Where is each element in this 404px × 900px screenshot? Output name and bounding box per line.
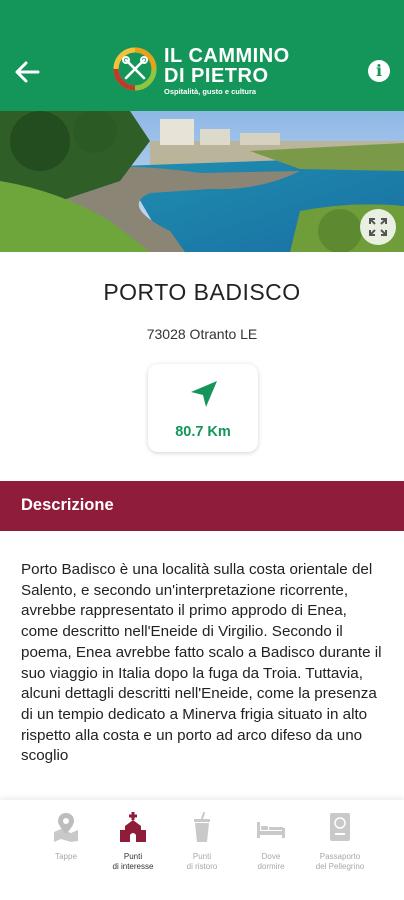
app-logo: IL CAMMINO DI PIETRO Ospitalità, gusto e… xyxy=(112,44,302,100)
place-address: 73028 Otranto LE xyxy=(146,326,258,342)
navigation-arrow-icon xyxy=(191,381,217,407)
text-fade xyxy=(0,770,404,800)
bed-icon xyxy=(257,822,285,838)
logo-tagline: Ospitalità, gusto e cultura xyxy=(164,87,257,96)
fullscreen-button[interactable] xyxy=(360,209,396,245)
nav-label: Tappe xyxy=(55,852,77,861)
info-icon: i xyxy=(375,61,383,80)
place-photo[interactable] xyxy=(0,111,404,252)
description-text: Porto Badisco è una località sulla costa… xyxy=(21,561,382,765)
bottom-navigation: Tappe Punti di interesse Punti di ristoro xyxy=(0,800,404,900)
nav-item-dove-dormire[interactable]: Dove dormire xyxy=(235,800,307,900)
logo-keys-icon xyxy=(113,47,157,91)
place-title: PORTO BADISCO xyxy=(103,279,301,305)
arrow-left-icon xyxy=(15,61,40,83)
back-button[interactable] xyxy=(12,58,42,86)
nav-item-tappe[interactable]: Tappe xyxy=(30,800,102,900)
coastline-photo xyxy=(0,111,404,252)
distance-value: 80.7 Km xyxy=(175,424,231,440)
passport-icon xyxy=(330,813,350,841)
nav-label: Punti di ristoro xyxy=(186,852,218,871)
drink-cup-icon xyxy=(194,812,210,842)
nav-item-passaporto[interactable]: Passaporto del Pellegrino xyxy=(304,800,376,900)
description-title: Descrizione xyxy=(21,496,114,514)
nav-item-punti-di-interesse[interactable]: Punti di interesse xyxy=(97,800,169,900)
nav-label: Dove dormire xyxy=(257,852,285,871)
distance-card[interactable]: 80.7 Km xyxy=(148,364,258,452)
logo-title-line2: DI PIETRO xyxy=(164,65,269,87)
description-header: Descrizione xyxy=(0,481,404,531)
info-button[interactable]: i xyxy=(368,60,390,82)
church-icon xyxy=(120,812,146,842)
map-pin-icon xyxy=(54,813,78,842)
nav-label: Passaporto del Pellegrino xyxy=(315,852,365,871)
expand-icon xyxy=(369,218,387,236)
nav-label: Punti di interesse xyxy=(112,852,154,871)
app-header: IL CAMMINO DI PIETRO Ospitalità, gusto e… xyxy=(0,0,404,111)
nav-item-punti-di-ristoro[interactable]: Punti di ristoro xyxy=(166,800,238,900)
